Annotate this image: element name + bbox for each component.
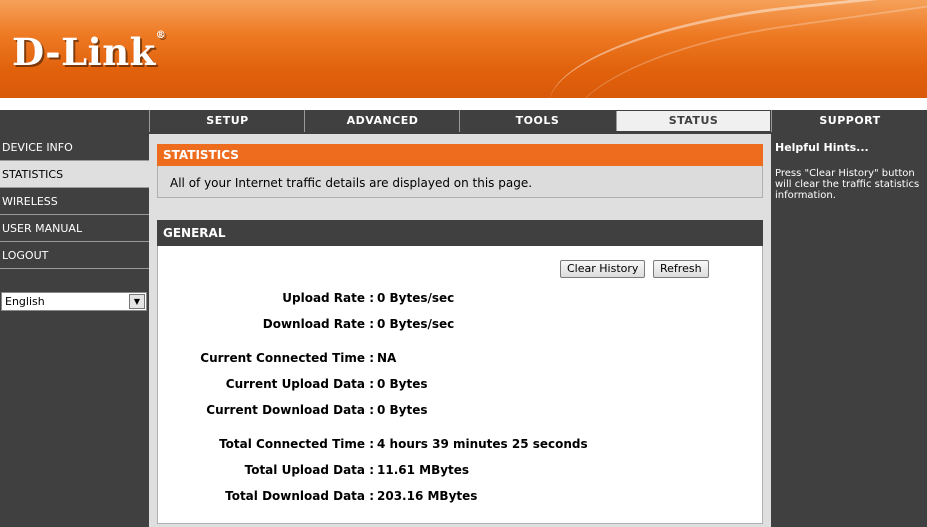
- general-heading: GENERAL: [157, 220, 763, 246]
- tab-advanced[interactable]: ADVANCED: [304, 110, 460, 132]
- stat-value: 0 Bytes/sec: [377, 291, 455, 305]
- chevron-down-icon[interactable]: ▼: [129, 294, 145, 309]
- refresh-button[interactable]: Refresh: [653, 260, 709, 278]
- sidebar-item-statistics[interactable]: STATISTICS: [0, 161, 149, 188]
- logo-text: D-Link: [12, 30, 156, 74]
- top-nav: SETUP ADVANCED TOOLS STATUS SUPPORT: [0, 110, 927, 132]
- tab-support[interactable]: SUPPORT: [771, 110, 927, 132]
- stat-row-current-download-data: Current Download Data : 0 Bytes: [158, 400, 764, 420]
- stat-row-total-connected-time: Total Connected Time : 4 hours 39 minute…: [158, 434, 764, 454]
- stat-label: Total Connected Time :: [219, 437, 374, 451]
- statistics-description: All of your Internet traffic details are…: [157, 166, 763, 198]
- stat-label: Current Upload Data :: [225, 377, 374, 391]
- stat-value: 0 Bytes/sec: [377, 317, 455, 331]
- language-select-value: English: [5, 295, 45, 308]
- header-banner: D-Link®: [0, 0, 927, 98]
- sidebar-item-logout[interactable]: LOGOUT: [0, 242, 149, 269]
- stat-row-upload-rate: Upload Rate : 0 Bytes/sec: [158, 288, 764, 308]
- dlink-logo: D-Link®: [12, 30, 166, 74]
- sidebar-item-device-info[interactable]: DEVICE INFO: [0, 134, 149, 161]
- helpful-hints-panel: Helpful Hints... Press "Clear History" b…: [771, 134, 927, 527]
- stat-row-current-upload-data: Current Upload Data : 0 Bytes: [158, 374, 764, 394]
- sidebar: DEVICE INFO STATISTICS WIRELESS USER MAN…: [0, 134, 149, 527]
- stat-value: NA: [377, 351, 397, 365]
- stat-label: Current Connected Time :: [200, 351, 374, 365]
- stat-label: Upload Rate :: [282, 291, 374, 305]
- stat-value: 4 hours 39 minutes 25 seconds: [377, 437, 588, 451]
- stat-label: Download Rate :: [262, 317, 374, 331]
- stat-value: 0 Bytes: [377, 377, 428, 391]
- clear-history-button[interactable]: Clear History: [560, 260, 646, 278]
- stat-value: 203.16 MBytes: [377, 489, 478, 503]
- logo-registered-mark: ®: [155, 30, 167, 41]
- header-divider: [0, 98, 927, 110]
- stat-label: Current Download Data :: [206, 403, 374, 417]
- stat-value: 0 Bytes: [377, 403, 428, 417]
- stat-row-current-connected-time: Current Connected Time : NA: [158, 348, 764, 368]
- hints-text: Press "Clear History" button will clear …: [775, 168, 920, 201]
- main-content: STATISTICS All of your Internet traffic …: [149, 134, 771, 527]
- stat-label: Total Upload Data :: [244, 463, 374, 477]
- tab-tools[interactable]: TOOLS: [459, 110, 615, 132]
- sidebar-item-wireless[interactable]: WIRELESS: [0, 188, 149, 215]
- tab-status[interactable]: STATUS: [616, 111, 770, 131]
- stat-value: 11.61 MBytes: [377, 463, 470, 477]
- tab-setup[interactable]: SETUP: [149, 110, 305, 132]
- stat-row-total-upload-data: Total Upload Data : 11.61 MBytes: [158, 460, 764, 480]
- stat-row-total-download-data: Total Download Data : 203.16 MBytes: [158, 486, 764, 506]
- general-panel: Clear History Refresh Upload Rate : 0 By…: [157, 246, 763, 524]
- stat-label: Total Download Data :: [225, 489, 374, 503]
- language-select[interactable]: English ▼: [1, 292, 147, 311]
- sidebar-item-user-manual[interactable]: USER MANUAL: [0, 215, 149, 242]
- stat-row-download-rate: Download Rate : 0 Bytes/sec: [158, 314, 764, 334]
- hints-title: Helpful Hints...: [775, 141, 869, 154]
- statistics-heading: STATISTICS: [157, 144, 763, 166]
